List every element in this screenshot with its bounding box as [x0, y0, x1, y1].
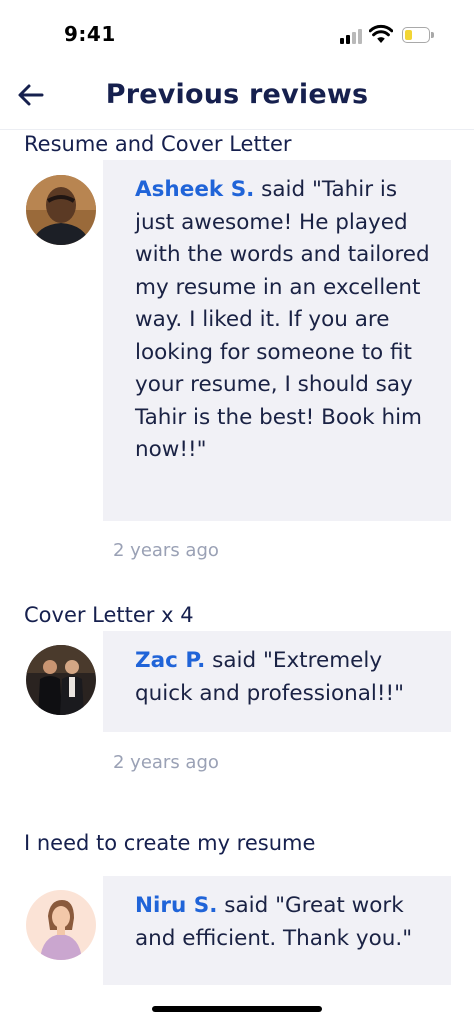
review-time: 2 years ago: [113, 540, 219, 561]
header: Previous reviews: [0, 64, 474, 130]
status-time: 9:41: [64, 22, 116, 46]
home-indicator[interactable]: [152, 1006, 322, 1012]
signal-icon: [340, 28, 364, 44]
service-title: Cover Letter x 4: [24, 603, 194, 627]
wifi-icon: [369, 24, 393, 43]
avatar[interactable]: [26, 890, 96, 960]
service-title: Resume and Cover Letter: [24, 132, 292, 156]
status-bar: 9:41: [0, 0, 474, 64]
reviews-list[interactable]: Resume and Cover Letter Asheek S. said "…: [0, 131, 474, 986]
avatar[interactable]: [26, 175, 96, 245]
review-bubble: Zac P. said "Extremely quick and profess…: [103, 631, 451, 732]
reviewer-name[interactable]: Niru S.: [135, 893, 217, 918]
avatar[interactable]: [26, 645, 96, 715]
reviewer-name[interactable]: Asheek S.: [135, 177, 254, 202]
reviewer-name[interactable]: Zac P.: [135, 648, 205, 673]
service-title: I need to create my resume: [24, 831, 316, 855]
review-bubble: Asheek S. said "Tahir is just awesome! H…: [103, 160, 451, 521]
review-bubble: Niru S. said "Great work and efficient. …: [103, 876, 451, 985]
review-text: said "Tahir is just awesome! He played w…: [135, 177, 430, 462]
page-title: Previous reviews: [105, 79, 369, 110]
review-time: 2 years ago: [113, 752, 219, 773]
battery-icon: [402, 27, 434, 43]
